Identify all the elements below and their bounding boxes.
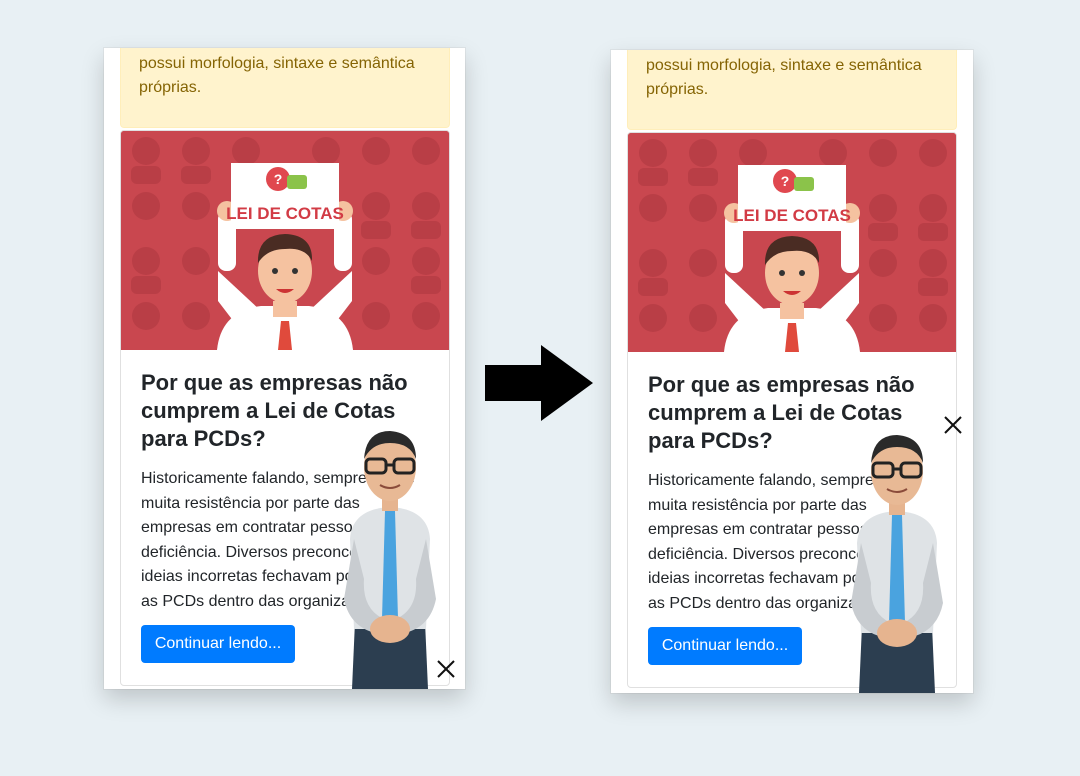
sign-text: LEI DE COTAS	[733, 206, 851, 225]
close-icon[interactable]	[435, 658, 457, 680]
close-icon[interactable]	[942, 414, 964, 436]
info-alert: possui morfologia, sintaxe e semântica p…	[627, 50, 957, 130]
alert-line-2: próprias.	[646, 81, 709, 98]
arrow-right-icon	[485, 345, 593, 426]
svg-text:?: ?	[781, 173, 790, 189]
alert-line-1: possui morfologia, sintaxe e semântica	[139, 55, 415, 72]
phone-screen-before: possui morfologia, sintaxe e semântica p…	[104, 48, 465, 689]
phone-screen-after: possui morfologia, sintaxe e semântica p…	[611, 50, 973, 693]
svg-text:?: ?	[274, 171, 283, 187]
sign-language-avatar[interactable]	[340, 429, 440, 689]
sign-language-avatar[interactable]	[847, 433, 947, 693]
continue-reading-button[interactable]: Continuar lendo...	[648, 627, 802, 665]
alert-line-2: próprias.	[139, 79, 202, 96]
alert-line-1: possui morfologia, sintaxe e semântica	[646, 57, 922, 74]
info-alert: possui morfologia, sintaxe e semântica p…	[120, 48, 450, 128]
article-image: ? LEI DE COTAS	[121, 131, 449, 350]
sign-text: LEI DE COTAS	[226, 204, 344, 223]
article-image: ? LEI DE COTAS	[628, 133, 956, 352]
continue-reading-button[interactable]: Continuar lendo...	[141, 625, 295, 663]
